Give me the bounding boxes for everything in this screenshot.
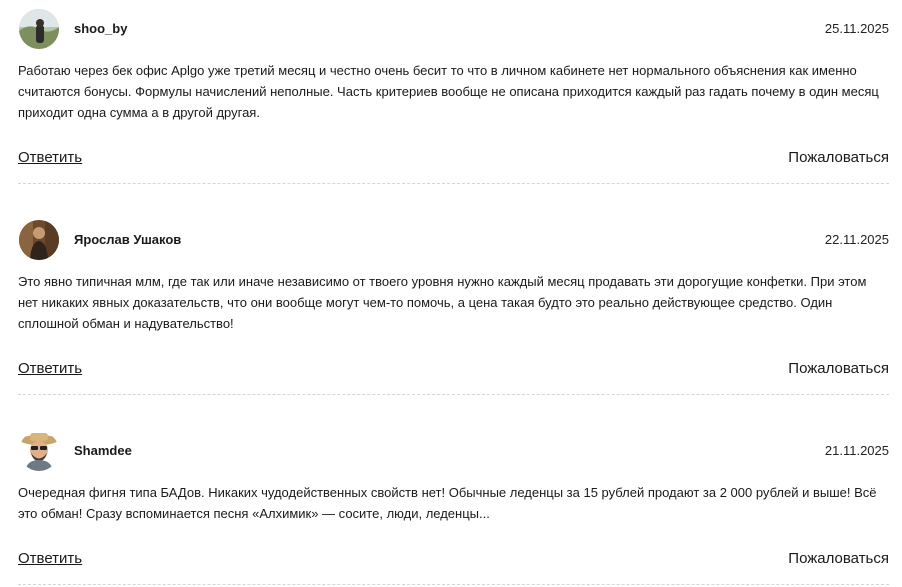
- avatar-photo-icon: [19, 9, 59, 49]
- comment-divider: [18, 584, 889, 585]
- reply-link[interactable]: Ответить: [18, 359, 82, 379]
- report-link[interactable]: Пожаловаться: [788, 359, 889, 379]
- comment-actions: Ответить Пожаловаться: [18, 549, 889, 569]
- report-link[interactable]: Пожаловаться: [788, 148, 889, 168]
- avatar-cartoon-icon: [19, 431, 59, 471]
- comment-actions: Ответить Пожаловаться: [18, 148, 889, 168]
- comment-text: Работаю через бек офис Aplgo уже третий …: [18, 63, 879, 120]
- avatar[interactable]: [19, 431, 59, 471]
- comment-header: Ярослав Ушаков 22.11.2025: [18, 220, 889, 260]
- comment-item: Shamdee 21.11.2025 Очередная фигня типа …: [18, 431, 889, 587]
- comment-author[interactable]: Ярослав Ушаков: [74, 232, 181, 248]
- comment-text: Очередная фигня типа БАДов. Никаких чудо…: [18, 485, 877, 521]
- comment-date: 25.11.2025: [824, 21, 889, 36]
- reply-link[interactable]: Ответить: [18, 549, 82, 569]
- report-link[interactable]: Пожаловаться: [788, 549, 889, 569]
- avatar[interactable]: [19, 9, 59, 49]
- comment-actions: Ответить Пожаловаться: [18, 359, 889, 379]
- reply-link[interactable]: Ответить: [18, 148, 82, 168]
- comment-item: shoo_by 25.11.2025 Работаю через бек офи…: [18, 9, 889, 185]
- avatar[interactable]: [19, 220, 59, 260]
- comment-date: 22.11.2025: [824, 232, 889, 247]
- comment-text: Это явно типичная млм, где так или иначе…: [18, 274, 867, 331]
- comment-date: 21.11.2025: [824, 443, 889, 458]
- comment-item: Ярослав Ушаков 22.11.2025 Это явно типич…: [18, 220, 889, 396]
- comments-list: shoo_by 25.11.2025 Работаю через бек офи…: [0, 0, 902, 587]
- comment-divider: [18, 183, 889, 184]
- comment-divider: [18, 394, 889, 395]
- avatar-photo-icon: [19, 220, 59, 260]
- comment-author[interactable]: shoo_by: [74, 21, 127, 37]
- comment-header: shoo_by 25.11.2025: [18, 9, 889, 49]
- comment-author[interactable]: Shamdee: [74, 443, 132, 459]
- comment-header: Shamdee 21.11.2025: [18, 431, 889, 471]
